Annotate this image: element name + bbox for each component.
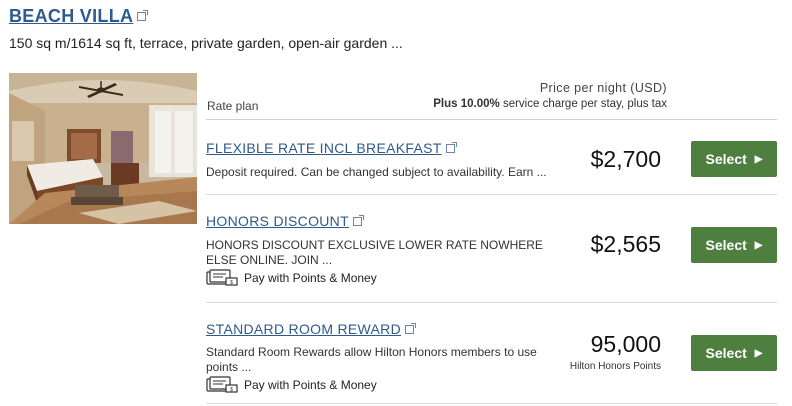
rate-plan-column-label: Rate plan (207, 99, 259, 113)
room-title-row: BEACH VILLA (9, 6, 149, 27)
points-money-icon: $ (206, 269, 238, 286)
svg-text:$: $ (230, 280, 233, 286)
select-button-label: Select (705, 345, 747, 361)
rate-price-unit: Hilton Honors Points (569, 361, 661, 372)
rate-name-link[interactable]: FLEXIBLE RATE INCL BREAKFAST (206, 140, 457, 156)
rate-table-header: Rate plan Price per night (USD) Plus 10.… (206, 78, 777, 120)
service-charge-text: service charge per stay, plus tax (499, 98, 667, 110)
rate-price-points: 95,000 (590, 331, 661, 357)
room-photo[interactable] (9, 73, 197, 224)
rate-description: Standard Room Rewards allow Hilton Honor… (206, 345, 537, 374)
service-charge-amount: Plus 10.00% (433, 98, 500, 110)
pay-option-label: Pay with Points & Money (244, 378, 377, 392)
select-button-label: Select (705, 151, 747, 167)
chevron-right-icon: ▶ (754, 153, 763, 165)
rate-name-link[interactable]: HONORS DISCOUNT (206, 213, 364, 229)
rate-description: HONORS DISCOUNT EXCLUSIVE LOWER RATE NOW… (206, 238, 543, 267)
select-button[interactable]: Select ▶ (691, 335, 777, 371)
room-title-link[interactable]: BEACH VILLA (9, 6, 133, 27)
rate-description: Deposit required. Can be changed subject… (206, 165, 547, 179)
rate-price: $2,565 (590, 231, 661, 257)
external-link-icon (445, 141, 457, 153)
rate-row: HONORS DISCOUNT HONORS DISCOUNT EXCLUSIV… (206, 195, 777, 303)
select-button[interactable]: Select ▶ (691, 227, 777, 263)
pay-option-label: Pay with Points & Money (244, 271, 377, 285)
service-charge-note: Plus 10.00% service charge per stay, plu… (433, 98, 667, 110)
chevron-right-icon: ▶ (754, 239, 763, 251)
rate-row: FLEXIBLE RATE INCL BREAKFAST Deposit req… (206, 120, 777, 195)
chevron-right-icon: ▶ (754, 347, 763, 359)
external-link-icon (137, 10, 149, 21)
select-button-label: Select (705, 237, 747, 253)
rate-row: STANDARD ROOM REWARD Standard Room Rewar… (206, 303, 777, 404)
room-photo-illustration (9, 73, 197, 224)
rate-name-text[interactable]: FLEXIBLE RATE INCL BREAKFAST (206, 140, 442, 156)
rate-name-text[interactable]: HONORS DISCOUNT (206, 213, 349, 229)
pay-with-points-money: $ Pay with Points & Money (206, 269, 377, 287)
points-money-icon: $ (206, 376, 238, 393)
rate-name-link[interactable]: STANDARD ROOM REWARD (206, 321, 416, 337)
rate-name-text[interactable]: STANDARD ROOM REWARD (206, 321, 401, 337)
rate-price: $2,700 (590, 146, 661, 172)
pay-with-points-money: $ Pay with Points & Money (206, 376, 377, 394)
room-description: 150 sq m/1614 sq ft, terrace, private ga… (9, 35, 403, 51)
external-link-icon (352, 214, 364, 226)
price-column-label: Price per night (USD) (539, 81, 667, 95)
rate-table: Rate plan Price per night (USD) Plus 10.… (206, 78, 777, 404)
external-link-icon (405, 322, 416, 334)
svg-text:$: $ (230, 387, 233, 393)
select-button[interactable]: Select ▶ (691, 141, 777, 177)
